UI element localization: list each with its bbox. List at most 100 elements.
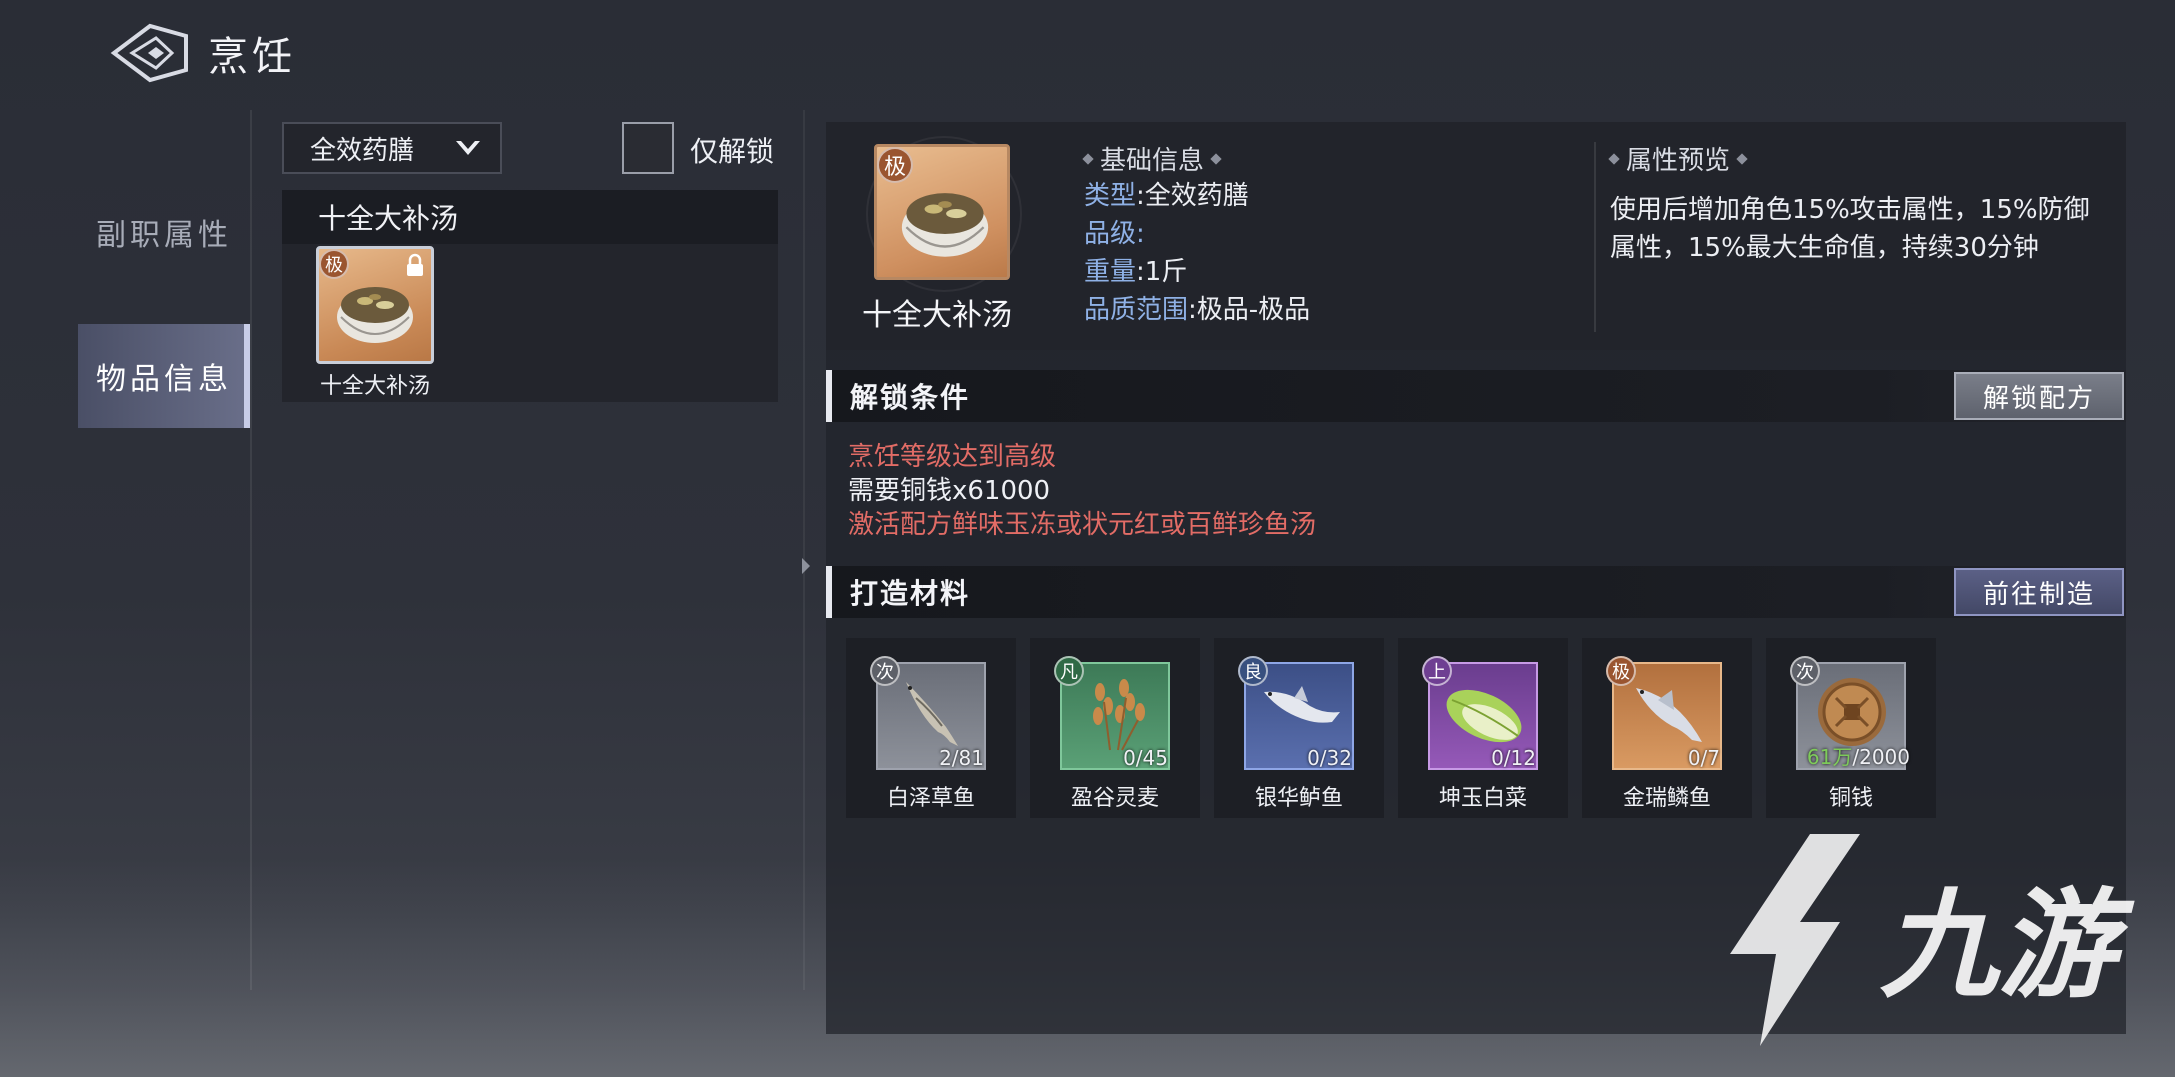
unlock-section-bar: 解锁条件 解锁配方 <box>826 370 2126 422</box>
header: 烹饪 <box>110 18 296 88</box>
back-button[interactable] <box>110 18 190 88</box>
item-info-block: 极 十全大补汤 基础信息 类型:全效药膳 品级: 重量:1斤 品质范围:极品-极… <box>826 122 2126 350</box>
unlock-recipe-button[interactable]: 解锁配方 <box>1954 372 2124 420</box>
material-name: 银华鲈鱼 <box>1254 786 1343 811</box>
item-display: 极 十全大补汤 <box>862 136 1022 334</box>
grade-badge: 上 <box>1422 656 1452 686</box>
diamond-icon <box>1082 152 1094 165</box>
grade-badge: 极 <box>319 249 349 279</box>
lock-icon <box>407 253 423 276</box>
grade-badge: 极 <box>1606 656 1636 686</box>
condition-item: 激活配方鲜味玉冻或状元红或百鲜珍鱼汤 <box>848 510 1317 540</box>
recipe-thumbnail: 极 <box>316 246 434 364</box>
unlock-only-checkbox[interactable] <box>622 122 674 174</box>
material-slot[interactable]: 极 0/7 金瑞鳞鱼 <box>1582 638 1752 818</box>
basic-info: 基础信息 类型:全效药膳 品级: 重量:1斤 品质范围:极品-极品 <box>1082 140 1310 329</box>
diamond-icon <box>1210 152 1222 165</box>
material-name: 坤玉白菜 <box>1438 786 1527 811</box>
material-count: 0/7 <box>1688 746 1720 770</box>
material-slot[interactable]: 次 61万/2000 铜钱 <box>1766 638 1936 818</box>
material-slot[interactable]: 上 0/12 坤玉白菜 <box>1398 638 1568 818</box>
item-name: 十全大补汤 <box>862 298 1012 333</box>
info-type: 类型:全效药膳 <box>1084 177 1310 215</box>
info-value: : <box>1136 219 1145 249</box>
unlock-conditions: 烹饪等级达到高级 需要铜钱x61000 激活配方鲜味玉冻或状元红或百鲜珍鱼汤 <box>848 440 1316 542</box>
materials-section-bar: 打造材料 前往制造 <box>826 566 2126 618</box>
cabbage-icon <box>1446 689 1522 743</box>
fish-icon <box>1636 688 1702 742</box>
side-tabs: 副职属性 物品信息 <box>78 180 250 428</box>
grade-badge: 次 <box>870 656 900 686</box>
grade-badge: 凡 <box>1054 656 1084 686</box>
coin-icon <box>1818 678 1886 746</box>
soup-bowl-icon <box>337 287 413 343</box>
tab-sub-profession[interactable]: 副职属性 <box>78 180 250 284</box>
recipe-card[interactable]: 极 十全大补汤 <box>316 246 434 400</box>
material-count: 0/12 <box>1491 746 1536 770</box>
condition-item: 烹饪等级达到高级 <box>848 442 1057 472</box>
watermark-text: 九游 <box>1880 876 2135 1014</box>
material-name: 盈谷灵麦 <box>1070 786 1159 811</box>
go-craft-button[interactable]: 前往制造 <box>1954 568 2124 616</box>
material-count: 61万/2000 <box>1807 741 1910 770</box>
soup-bowl-icon <box>901 193 989 257</box>
basic-info-title-text: 基础信息 <box>1100 146 1205 176</box>
material-slot[interactable]: 凡 0/45 盈谷灵麦 <box>1030 638 1200 818</box>
info-key: 品级 <box>1084 219 1137 249</box>
material-count: 0/45 <box>1123 746 1168 770</box>
material-list: 次 2/81 白泽草鱼 凡 0/45 盈谷灵麦 良 0/32 银华鲈鱼 上 0/… <box>846 638 1936 818</box>
material-count-text: /2000 <box>1852 745 1910 769</box>
material-count: 2/81 <box>939 746 984 770</box>
section-accent <box>826 370 832 422</box>
page-title: 烹饪 <box>208 34 296 80</box>
material-count-text: 0/7 <box>1687 746 1720 770</box>
jiuyou-watermark-logo: 九游 <box>1730 834 2135 1046</box>
recipe-card-name: 十全大补汤 <box>319 374 430 399</box>
fish-icon <box>1264 686 1340 723</box>
material-count-text: 2/81 <box>939 746 984 770</box>
recipe-list: 十全大补汤 极 十全大补汤 <box>282 190 778 402</box>
attribute-preview-title: 属性预览 <box>1608 140 2110 177</box>
wheat-icon <box>1093 679 1145 751</box>
material-count-text: 0/32 <box>1307 746 1352 770</box>
collapse-arrow-icon[interactable] <box>800 556 812 576</box>
material-name: 白泽草鱼 <box>886 786 975 811</box>
material-have: 61万 <box>1806 745 1853 769</box>
divider <box>1594 142 1596 332</box>
material-count-text: 0/12 <box>1491 746 1536 770</box>
info-quality: 品质范围:极品-极品 <box>1084 291 1310 329</box>
material-name: 金瑞鳞鱼 <box>1622 786 1711 811</box>
material-slot[interactable]: 良 0/32 银华鲈鱼 <box>1214 638 1384 818</box>
condition-item: 需要铜钱x61000 <box>848 476 1051 506</box>
category-select[interactable]: 全效药膳 <box>282 122 502 174</box>
tab-item-info[interactable]: 物品信息 <box>78 324 250 428</box>
material-name: 铜钱 <box>1828 786 1873 811</box>
diamond-icon <box>1608 152 1620 165</box>
category-select-value: 全效药膳 <box>310 135 415 166</box>
back-arrow-icon <box>110 23 188 83</box>
info-level: 品级: <box>1084 215 1310 253</box>
basic-info-title: 基础信息 <box>1082 140 1310 177</box>
grade-badge: 极 <box>877 147 913 183</box>
material-count-text: 0/45 <box>1123 746 1168 770</box>
chevron-down-icon <box>456 141 480 155</box>
materials-section-title: 打造材料 <box>850 577 971 610</box>
fish-icon <box>906 682 958 746</box>
attribute-preview: 属性预览 使用后增加角色15%攻击属性，15%防御属性，15%最大生命值，持续3… <box>1608 140 2110 267</box>
attribute-preview-title-text: 属性预览 <box>1626 146 1731 176</box>
attribute-preview-text: 使用后增加角色15%攻击属性，15%防御属性，15%最大生命值，持续30分钟 <box>1610 195 2090 263</box>
info-key: 类型 <box>1084 181 1137 211</box>
grade-badge: 良 <box>1238 656 1268 686</box>
info-key: 品质范围 <box>1084 295 1189 325</box>
section-accent <box>826 566 832 618</box>
recipe-list-header: 十全大补汤 <box>282 190 778 244</box>
divider <box>250 110 252 990</box>
unlock-only-label: 仅解锁 <box>690 135 775 168</box>
diamond-icon <box>1736 152 1748 165</box>
grade-badge: 次 <box>1790 656 1820 686</box>
info-weight: 重量:1斤 <box>1084 253 1310 291</box>
info-value: :1斤 <box>1136 257 1188 287</box>
unlock-section-title: 解锁条件 <box>850 381 971 414</box>
info-value: :全效药膳 <box>1136 181 1249 211</box>
material-slot[interactable]: 次 2/81 白泽草鱼 <box>846 638 1016 818</box>
